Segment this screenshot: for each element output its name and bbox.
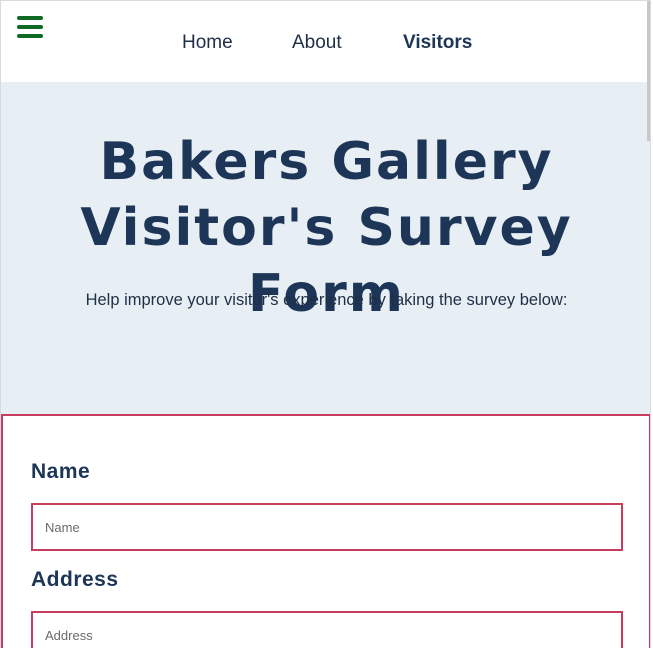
nav-link-about[interactable]: About [292, 32, 342, 54]
nav-link-home[interactable]: Home [182, 32, 233, 54]
hero-section: Bakers Gallery Visitor's Survey Form Hel… [1, 82, 650, 415]
address-input[interactable] [31, 611, 623, 648]
address-label: Address [31, 568, 119, 591]
nav-link-visitors[interactable]: Visitors [403, 32, 472, 54]
name-label: Name [31, 460, 91, 483]
survey-form: Name Address [1, 414, 650, 648]
page-subtitle: Help improve your visitor's experience b… [85, 291, 568, 309]
main-nav: Home About Visitors [1, 32, 650, 58]
hamburger-bar [17, 16, 43, 20]
scrollbar[interactable] [647, 1, 650, 141]
site-header: Home About Visitors [1, 1, 650, 82]
page: Home About Visitors Bakers Gallery Visit… [0, 0, 651, 648]
name-input[interactable] [31, 503, 623, 551]
hamburger-bar [17, 25, 43, 29]
